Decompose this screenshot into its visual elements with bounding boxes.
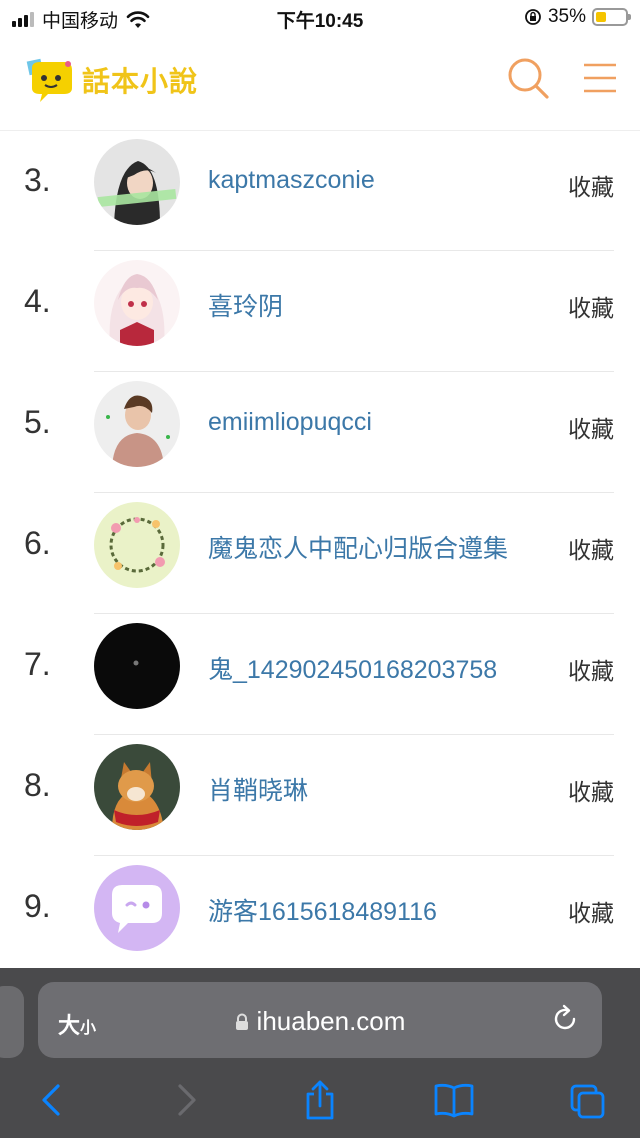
user-name-link[interactable]: emiimliopuqcci	[208, 408, 372, 437]
previous-tab-peek[interactable]	[0, 986, 24, 1058]
favorite-button[interactable]: 收藏	[568, 168, 614, 202]
user-name-link[interactable]: 鬼_142902450168203758	[208, 650, 497, 686]
rank-number: 6.	[24, 525, 51, 561]
rank-number: 9.	[24, 888, 51, 924]
favorite-button[interactable]: 收藏	[568, 894, 614, 928]
rank-number: 5.	[24, 404, 51, 440]
site-header: 話本小說	[0, 34, 640, 131]
favorite-button[interactable]: 收藏	[568, 410, 614, 444]
back-icon[interactable]	[32, 1078, 72, 1122]
user-name-link[interactable]: 喜玲阴	[208, 287, 283, 323]
list-item[interactable]: 3. kaptmaszconie 收藏	[0, 130, 640, 251]
browser-toolbar	[0, 1068, 640, 1138]
user-name-link[interactable]: kaptmaszconie	[208, 166, 375, 195]
status-bar: 中国移动 下午10:45 35%	[0, 0, 640, 34]
site-logo[interactable]: 話本小說	[24, 54, 198, 106]
hamburger-menu-icon[interactable]	[582, 60, 618, 96]
rank-number: 3.	[24, 162, 51, 198]
rank-number: 8.	[24, 767, 51, 803]
battery-percent: 35%	[547, 6, 586, 27]
avatar[interactable]	[94, 139, 180, 225]
avatar[interactable]	[94, 381, 180, 467]
user-name-link[interactable]: 肖鞘晓琳	[208, 771, 308, 807]
logo-speech-bubble-icon	[26, 58, 72, 102]
address-bar[interactable]: 大小 ihuaben.com	[38, 982, 602, 1058]
battery-icon	[592, 8, 631, 26]
list-item[interactable]: 8. 肖鞘晓琳 收藏	[0, 735, 640, 856]
list-item[interactable]: 4. 喜玲阴 收藏	[0, 251, 640, 372]
browser-bottom-bar: 大小 ihuaben.com	[0, 968, 640, 1138]
url-text[interactable]: ihuaben.com	[38, 1006, 602, 1037]
ranking-list: 3. kaptmaszconie 收藏 4. 喜玲阴 收藏 5. emiimli…	[0, 130, 640, 977]
search-icon[interactable]	[506, 56, 550, 100]
logo-text: 話本小說	[82, 65, 199, 98]
rank-number: 7.	[24, 646, 51, 682]
favorite-button[interactable]: 收藏	[568, 773, 614, 807]
reload-icon[interactable]	[550, 1004, 580, 1034]
favorite-button[interactable]: 收藏	[568, 531, 614, 565]
avatar[interactable]	[94, 502, 180, 588]
favorite-button[interactable]: 收藏	[568, 652, 614, 686]
user-name-link[interactable]: 魔鬼恋人中配心归版合遵集	[208, 529, 508, 565]
lock-icon	[235, 1013, 248, 1030]
share-icon[interactable]	[300, 1078, 340, 1122]
list-item[interactable]: 6. 魔鬼恋人中配心归版合遵集 收藏	[0, 493, 640, 614]
user-name-link[interactable]: 游客1615618489116	[208, 892, 437, 928]
avatar[interactable]	[94, 744, 180, 830]
rank-number: 4.	[24, 283, 51, 319]
avatar[interactable]	[94, 623, 180, 709]
list-item[interactable]: 9. 游客1615618489116 收藏	[0, 856, 640, 977]
list-item[interactable]: 7. 鬼_142902450168203758 收藏	[0, 614, 640, 735]
bookmarks-icon[interactable]	[432, 1078, 476, 1122]
rotation-lock-icon	[525, 9, 541, 25]
list-item[interactable]: 5. emiimliopuqcci 收藏	[0, 372, 640, 493]
forward-icon[interactable]	[166, 1078, 206, 1122]
avatar[interactable]	[94, 865, 180, 951]
avatar[interactable]	[94, 260, 180, 346]
tabs-icon[interactable]	[568, 1078, 608, 1122]
favorite-button[interactable]: 收藏	[568, 289, 614, 323]
